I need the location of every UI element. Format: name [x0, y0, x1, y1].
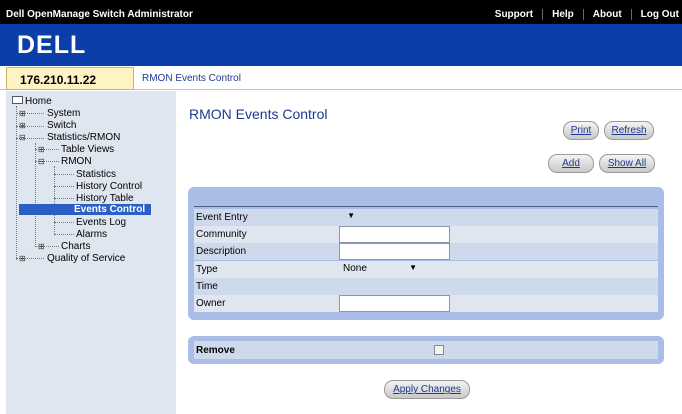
community-input[interactable]: [339, 226, 450, 243]
tree-item-rmon[interactable]: RMON: [61, 156, 92, 167]
events-form-panel: Event Entry ▼ Community Description Type…: [188, 187, 664, 320]
tree-item-switch[interactable]: Switch: [47, 120, 76, 131]
breadcrumb: RMON Events Control: [142, 73, 241, 84]
tree-item-home[interactable]: Home: [25, 96, 52, 107]
tree-line: [54, 174, 74, 175]
tree-line: [16, 106, 17, 260]
time-row: Time: [194, 278, 658, 295]
top-bar: Dell OpenManage Switch Administrator Sup…: [0, 0, 682, 24]
print-button[interactable]: Print: [563, 121, 599, 140]
dell-logo: DELL: [17, 31, 87, 59]
tree-item-alarms[interactable]: Alarms: [76, 229, 107, 240]
expand-icon[interactable]: ⊞: [19, 109, 26, 118]
tree-item-events-log[interactable]: Events Log: [76, 217, 126, 228]
event-entry-row: Event Entry ▼: [194, 209, 658, 226]
tree-item-history-table[interactable]: History Table: [76, 193, 134, 204]
tree-item-system[interactable]: System: [47, 108, 80, 119]
community-row: Community: [194, 226, 658, 243]
show-all-button[interactable]: Show All: [599, 154, 655, 173]
refresh-button[interactable]: Refresh: [604, 121, 654, 140]
owner-input[interactable]: [339, 295, 450, 312]
help-link[interactable]: Help: [542, 9, 583, 20]
tree-line: [54, 186, 74, 187]
tree-item-events-control[interactable]: Events Control: [19, 204, 151, 215]
owner-row: Owner: [194, 295, 658, 312]
tree-line: [54, 234, 74, 235]
type-select[interactable]: None ▼: [339, 262, 421, 277]
remove-checkbox[interactable]: [434, 345, 444, 355]
page-title: RMON Events Control: [189, 106, 328, 122]
tree-line: [54, 198, 74, 199]
dropdown-arrow-icon: ▼: [347, 211, 355, 220]
expand-icon[interactable]: ⊞: [19, 254, 26, 263]
community-label: Community: [196, 229, 247, 240]
logo-bar: [0, 24, 682, 66]
home-icon: [12, 96, 23, 104]
event-entry-label: Event Entry: [196, 212, 248, 223]
tree-line: [54, 222, 74, 223]
time-label: Time: [196, 281, 218, 292]
ip-address-box: 176.210.11.22: [6, 67, 134, 90]
tree-item-charts[interactable]: Charts: [61, 241, 90, 252]
panel-divider: [194, 206, 658, 207]
expand-icon[interactable]: ⊞: [38, 242, 45, 251]
top-links: Support Help About Log Out: [486, 9, 682, 20]
support-link[interactable]: Support: [486, 9, 542, 20]
dropdown-arrow-icon: ▼: [409, 263, 417, 272]
expand-icon[interactable]: ⊞: [19, 121, 26, 130]
owner-label: Owner: [196, 298, 226, 309]
collapse-icon[interactable]: ⊟: [19, 133, 26, 142]
app-title: Dell OpenManage Switch Administrator: [6, 9, 193, 20]
tree-line: [35, 143, 36, 247]
tree-item-quality-of-service[interactable]: Quality of Service: [47, 253, 125, 264]
collapse-icon[interactable]: ⊟: [38, 157, 45, 166]
description-input[interactable]: [339, 243, 450, 260]
add-button[interactable]: Add: [548, 154, 594, 173]
ip-address: 176.210.11.22: [20, 73, 97, 87]
tree-line: [54, 166, 55, 234]
tree-item-history-control[interactable]: History Control: [76, 181, 142, 192]
apply-changes-button[interactable]: Apply Changes: [384, 380, 470, 399]
tree-item-statistics-rmon[interactable]: Statistics/RMON: [47, 132, 120, 143]
tree-item-statistics[interactable]: Statistics: [76, 169, 116, 180]
description-row: Description: [194, 243, 658, 260]
type-value: None: [343, 263, 367, 274]
remove-panel: Remove: [188, 336, 664, 364]
event-entry-select[interactable]: ▼: [339, 210, 359, 225]
type-label: Type: [196, 264, 218, 275]
description-label: Description: [196, 246, 247, 257]
type-row: Type None ▼: [194, 261, 658, 278]
remove-label: Remove: [196, 345, 235, 356]
expand-icon[interactable]: ⊞: [38, 145, 45, 154]
remove-row: Remove: [194, 341, 658, 359]
about-link[interactable]: About: [582, 9, 631, 20]
logout-link[interactable]: Log Out: [630, 9, 682, 20]
tree-item-table-views[interactable]: Table Views: [61, 144, 114, 155]
